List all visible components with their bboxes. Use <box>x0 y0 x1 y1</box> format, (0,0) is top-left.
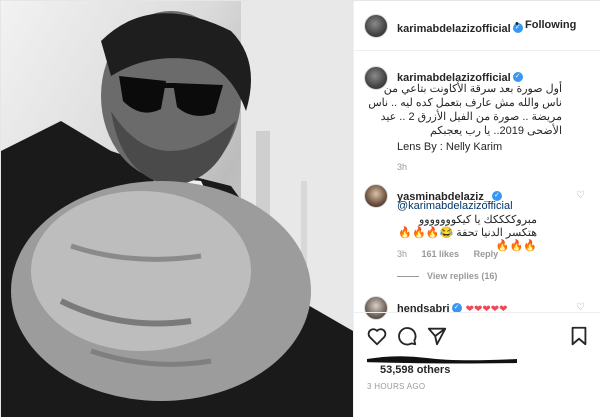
caption-time[interactable]: 3h <box>397 162 407 172</box>
view-replies-label: View replies (16) <box>427 271 498 281</box>
post-side-panel: karimabdelazizofficial ✓ • Following kari… <box>353 1 600 417</box>
verified-badge-icon: ✓ <box>512 71 523 82</box>
comments-section[interactable]: karimabdelazizofficial ✓ أول صورة بعد سرق… <box>354 52 600 320</box>
replies-divider <box>397 276 419 278</box>
post-header: karimabdelazizofficial ✓ • Following <box>354 1 600 51</box>
comment-meta: 3h 161 likes Reply <box>397 249 510 259</box>
photo-credit: Lens By : Nelly Karim <box>397 141 503 153</box>
following-button[interactable]: Following <box>525 19 576 31</box>
portrait-image <box>1 1 353 417</box>
header-username-wrap: karimabdelazizofficial ✓ <box>397 19 523 37</box>
post-photo[interactable] <box>1 1 353 417</box>
author-avatar[interactable] <box>364 14 388 38</box>
small-heart-icon[interactable]: ♡ <box>576 190 585 201</box>
comment-text: مبروككككك يا كيكووووووو هتكسر الدنيا تحف… <box>398 214 537 252</box>
instagram-post-window: karimabdelazizofficial ✓ • Following kari… <box>0 0 600 417</box>
action-bar: 53,598 others 3 HOURS AGO <box>354 312 600 417</box>
reply-button[interactable]: Reply <box>474 249 499 259</box>
comment-mention-link[interactable]: @karimabdelazizofficial <box>397 200 513 212</box>
liked-by-redacted <box>367 356 517 364</box>
heart-icon[interactable] <box>366 325 388 347</box>
author-username[interactable]: karimabdelazizofficial <box>397 23 511 35</box>
bookmark-icon[interactable] <box>568 325 590 347</box>
paper-plane-icon[interactable] <box>426 325 448 347</box>
likes-count[interactable]: 53,598 others <box>380 364 450 376</box>
comment-bubble-icon[interactable] <box>396 325 418 347</box>
comment-time[interactable]: 3h <box>397 249 407 259</box>
caption-text: أول صورة بعد سرقة الأكاونت بتاعي من ناس … <box>368 83 562 137</box>
view-replies-button[interactable]: View replies (16) <box>397 271 497 281</box>
comment-likes[interactable]: 161 likes <box>422 249 460 259</box>
separator-dot: • <box>515 18 519 30</box>
post-timestamp[interactable]: 3 HOURS AGO <box>367 382 425 391</box>
commenter-avatar[interactable] <box>364 184 388 208</box>
